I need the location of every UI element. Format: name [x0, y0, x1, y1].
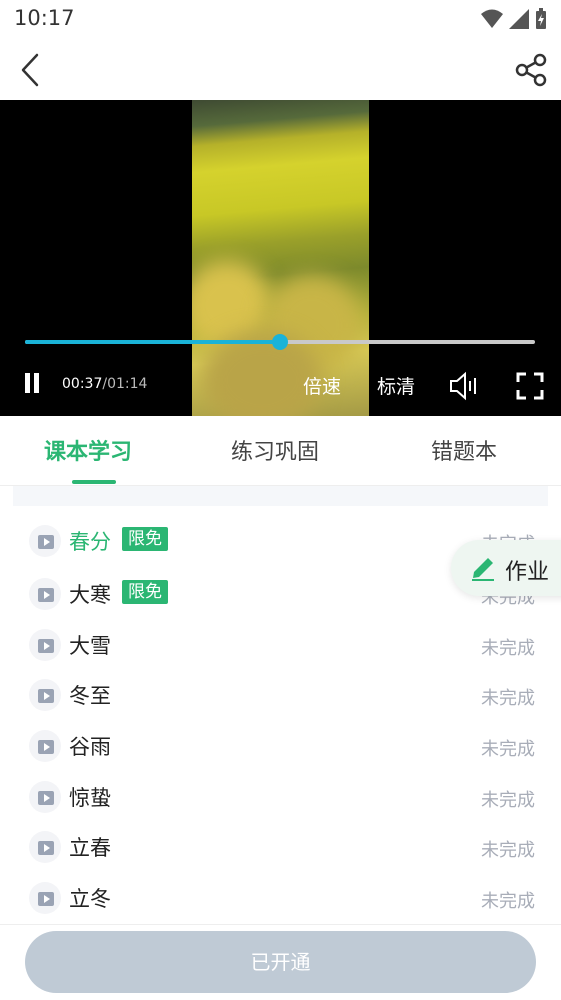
- list-item[interactable]: 立冬 未完成: [0, 872, 561, 922]
- play-icon[interactable]: [29, 525, 61, 557]
- tab-indicator: [72, 480, 116, 484]
- volume-icon: [450, 371, 476, 401]
- play-icon[interactable]: [29, 629, 61, 661]
- chevron-left-icon: [21, 53, 39, 87]
- lesson-status: 未完成: [481, 790, 535, 811]
- back-button[interactable]: [10, 50, 50, 90]
- time-display: 00:37/01:14: [62, 376, 147, 392]
- fullscreen-icon: [516, 372, 544, 400]
- speed-button[interactable]: 倍速: [303, 372, 341, 399]
- video-frame: [192, 100, 369, 416]
- battery-icon: [536, 8, 546, 29]
- current-time: 00:37: [62, 376, 103, 392]
- play-icon[interactable]: [29, 882, 61, 914]
- play-icon[interactable]: [29, 578, 61, 610]
- tab-textbook-study[interactable]: 课本学习: [44, 434, 132, 466]
- tab-practice[interactable]: 练习巩固: [231, 434, 319, 466]
- lesson-title[interactable]: 冬至: [69, 680, 111, 710]
- pencil-icon: [472, 558, 494, 581]
- status-bar: 10:17: [0, 0, 561, 40]
- play-icon[interactable]: [29, 831, 61, 863]
- lesson-title[interactable]: 谷雨: [69, 731, 111, 761]
- tab-mistakes[interactable]: 错题本: [431, 434, 497, 466]
- signal-icon: [509, 9, 529, 29]
- play-icon[interactable]: [29, 781, 61, 813]
- top-bar: [0, 40, 561, 100]
- lesson-status: 未完成: [481, 891, 535, 912]
- play-icon[interactable]: [29, 730, 61, 762]
- progress-fill: [25, 340, 280, 344]
- quality-button[interactable]: 标清: [377, 372, 415, 399]
- progress-thumb[interactable]: [272, 334, 288, 350]
- play-icon[interactable]: [29, 679, 61, 711]
- list-item[interactable]: 大雪 未完成: [0, 619, 561, 669]
- homework-button[interactable]: 作业: [451, 540, 561, 596]
- share-icon: [515, 53, 547, 87]
- activated-button[interactable]: 已开通: [25, 931, 536, 993]
- list-item[interactable]: 立春 未完成: [0, 821, 561, 871]
- homework-label: 作业: [505, 560, 550, 585]
- lesson-status: 未完成: [481, 739, 535, 760]
- volume-button[interactable]: [448, 371, 482, 401]
- progress-bar[interactable]: [25, 334, 535, 350]
- lesson-status: 未完成: [481, 840, 535, 861]
- list-item[interactable]: 谷雨 未完成: [0, 720, 561, 770]
- lesson-title[interactable]: 春分: [69, 526, 111, 556]
- lesson-title[interactable]: 大寒: [69, 579, 111, 609]
- free-badge: 限免: [122, 527, 168, 551]
- lesson-status: 未完成: [481, 638, 535, 659]
- lesson-title[interactable]: 大雪: [69, 630, 111, 660]
- list-item[interactable]: 惊蛰 未完成: [0, 771, 561, 821]
- lesson-title[interactable]: 惊蛰: [69, 782, 111, 812]
- pause-icon: [25, 373, 30, 393]
- list-item[interactable]: 冬至 未完成: [0, 669, 561, 719]
- status-time: 10:17: [14, 6, 75, 30]
- list-header-band: [13, 486, 548, 506]
- bottom-bar: 已开通: [0, 924, 561, 1000]
- fullscreen-button[interactable]: [515, 371, 545, 401]
- pause-button[interactable]: [22, 373, 42, 397]
- video-player[interactable]: 00:37/01:14 倍速 标清: [0, 100, 561, 416]
- lesson-title[interactable]: 立冬: [69, 883, 111, 913]
- tab-bar: 课本学习 练习巩固 错题本: [0, 416, 561, 486]
- wifi-icon: [481, 9, 503, 28]
- free-badge: 限免: [122, 580, 168, 604]
- total-time: /01:14: [102, 376, 148, 392]
- share-button[interactable]: [511, 50, 551, 90]
- status-icons: [481, 8, 547, 30]
- lesson-title[interactable]: 立春: [69, 832, 111, 862]
- lesson-status: 未完成: [481, 688, 535, 709]
